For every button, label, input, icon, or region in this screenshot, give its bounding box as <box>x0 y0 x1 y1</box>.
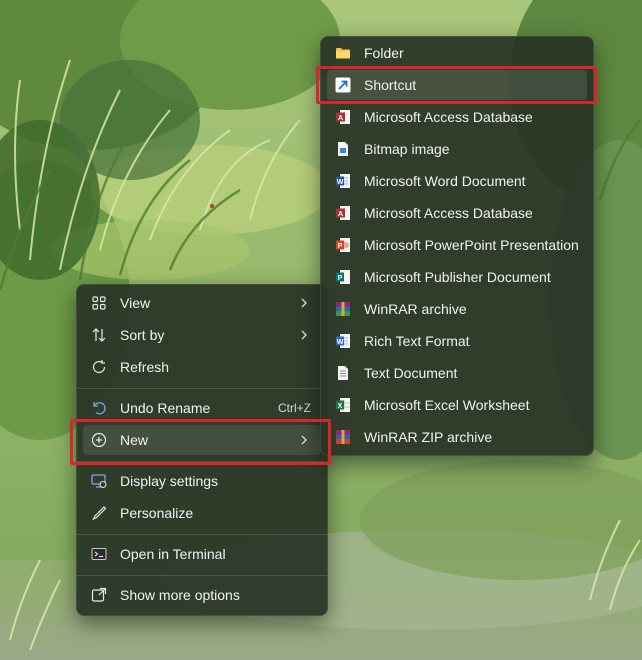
menu-separator <box>77 534 327 535</box>
menu-item-sort-by[interactable]: Sort by <box>83 320 321 350</box>
new-item-excel-worksheet[interactable]: X Microsoft Excel Worksheet <box>327 390 587 420</box>
winrar-zip-icon <box>335 429 351 445</box>
menu-item-refresh[interactable]: Refresh <box>83 352 321 382</box>
share-external-icon <box>91 587 107 603</box>
submenu-item-label: Folder <box>364 45 404 61</box>
svg-text:P: P <box>338 275 343 282</box>
new-item-word-document[interactable]: W Microsoft Word Document <box>327 166 587 196</box>
menu-item-label: View <box>120 295 151 311</box>
wordpad-icon: W <box>335 333 351 349</box>
submenu-item-label: WinRAR archive <box>364 301 467 317</box>
menu-item-label: Open in Terminal <box>120 546 226 562</box>
menu-item-undo-rename[interactable]: Undo Rename Ctrl+Z <box>83 393 321 423</box>
menu-item-new[interactable]: New <box>83 425 321 455</box>
refresh-icon <box>91 359 107 375</box>
submenu-item-label: Microsoft Access Database <box>364 205 533 221</box>
menu-item-label: Personalize <box>120 505 194 521</box>
pen-icon <box>91 505 107 521</box>
new-item-folder[interactable]: Folder <box>327 38 587 68</box>
chevron-right-icon <box>299 295 309 311</box>
submenu-item-label: Shortcut <box>364 77 417 93</box>
submenu-item-label: Rich Text Format <box>364 333 470 349</box>
svg-text:W: W <box>337 339 344 346</box>
new-item-winrar-archive[interactable]: WinRAR archive <box>327 294 587 324</box>
submenu-item-label: Microsoft Word Document <box>364 173 526 189</box>
folder-icon <box>335 45 351 61</box>
submenu-item-label: Microsoft Excel Worksheet <box>364 397 530 413</box>
submenu-item-label: Microsoft Access Database <box>364 109 533 125</box>
menu-item-display-settings[interactable]: Display settings <box>83 466 321 496</box>
new-item-powerpoint[interactable]: P Microsoft PowerPoint Presentation <box>327 230 587 260</box>
submenu-item-label: Text Document <box>364 365 458 381</box>
grid-view-icon <box>91 295 107 311</box>
menu-item-personalize[interactable]: Personalize <box>83 498 321 528</box>
menu-item-label: Undo Rename <box>120 400 211 416</box>
submenu-item-label: Microsoft Publisher Document <box>364 269 551 285</box>
menu-item-view[interactable]: View <box>83 288 321 318</box>
new-item-publisher[interactable]: P Microsoft Publisher Document <box>327 262 587 292</box>
add-circle-icon <box>91 432 107 448</box>
menu-item-label: Refresh <box>120 359 170 375</box>
new-item-rich-text-format[interactable]: W Rich Text Format <box>327 326 587 356</box>
keyboard-shortcut: Ctrl+Z <box>278 401 311 415</box>
submenu-item-label: Microsoft PowerPoint Presentation <box>364 237 579 253</box>
undo-icon <box>91 400 107 416</box>
new-item-access-database-2[interactable]: A Microsoft Access Database <box>327 198 587 228</box>
menu-item-open-in-terminal[interactable]: Open in Terminal <box>83 539 321 569</box>
menu-item-label: New <box>120 432 149 448</box>
svg-text:A: A <box>338 115 343 122</box>
chevron-right-icon <box>299 432 309 448</box>
new-item-shortcut[interactable]: Shortcut <box>327 70 587 100</box>
menu-item-label: Sort by <box>120 327 165 343</box>
text-document-icon <box>335 365 351 381</box>
menu-separator <box>77 575 327 576</box>
menu-item-show-more-options[interactable]: Show more options <box>83 580 321 610</box>
access-icon: A <box>335 205 351 221</box>
excel-icon: X <box>335 397 351 413</box>
submenu-item-label: Bitmap image <box>364 141 450 157</box>
menu-separator <box>77 388 327 389</box>
publisher-icon: P <box>335 269 351 285</box>
chevron-right-icon <box>299 327 309 343</box>
desktop-context-menu: View Sort by Refresh Undo Rename Ctrl+Z … <box>76 284 328 616</box>
new-item-access-database[interactable]: A Microsoft Access Database <box>327 102 587 132</box>
shortcut-arrow-icon <box>335 77 351 93</box>
new-item-bitmap-image[interactable]: Bitmap image <box>327 134 587 164</box>
powerpoint-icon: P <box>335 237 351 253</box>
svg-text:X: X <box>338 403 343 410</box>
menu-item-label: Display settings <box>120 473 219 489</box>
submenu-item-label: WinRAR ZIP archive <box>364 429 493 445</box>
svg-text:A: A <box>338 211 343 218</box>
terminal-icon <box>91 546 107 562</box>
new-item-winrar-zip-archive[interactable]: WinRAR ZIP archive <box>327 422 587 452</box>
svg-text:W: W <box>337 179 344 186</box>
bitmap-icon <box>335 141 351 157</box>
display-settings-icon <box>91 473 107 489</box>
new-submenu: Folder Shortcut A Microsoft Access Datab… <box>320 36 594 456</box>
new-item-text-document[interactable]: Text Document <box>327 358 587 388</box>
menu-separator <box>77 461 327 462</box>
sort-arrows-icon <box>91 327 107 343</box>
svg-text:P: P <box>338 243 343 250</box>
winrar-icon <box>335 301 351 317</box>
access-icon: A <box>335 109 351 125</box>
word-icon: W <box>335 173 351 189</box>
menu-item-label: Show more options <box>120 587 240 603</box>
